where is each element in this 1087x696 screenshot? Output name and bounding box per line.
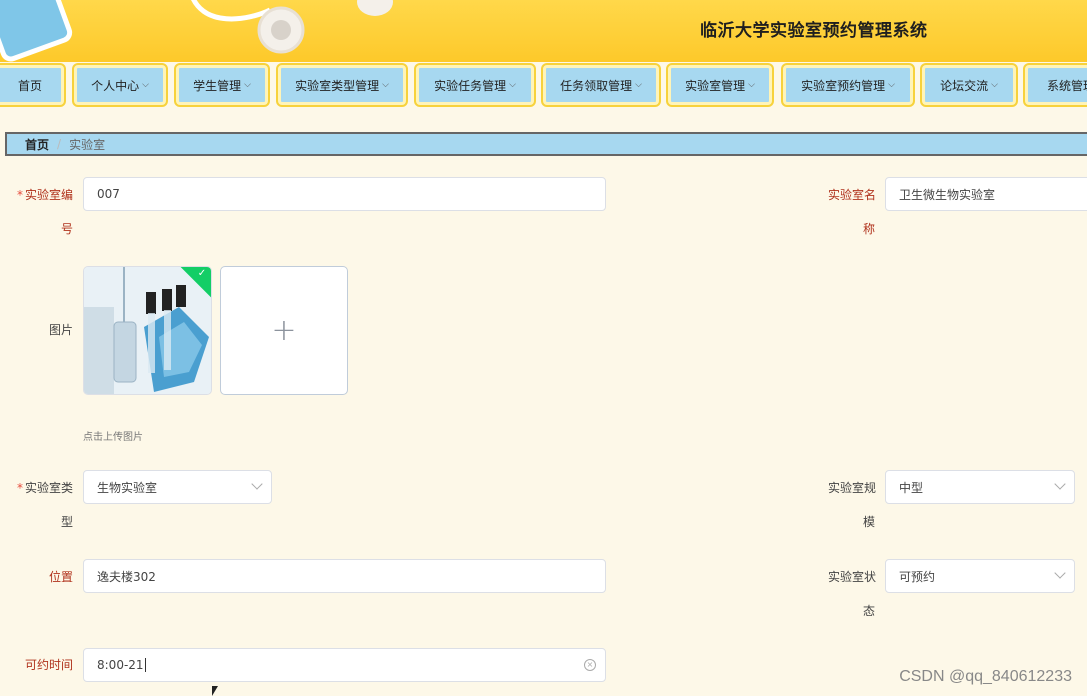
nav-item-lab-reservation-management[interactable]: 实验室预约管理 ⌵: [783, 65, 913, 105]
clear-icon[interactable]: ×: [584, 659, 596, 671]
app-title: 临沂大学实验室预约管理系统: [700, 21, 928, 41]
lab-test-tubes-image: [84, 267, 211, 394]
text-caret: [144, 658, 146, 672]
nav-item-student-management[interactable]: 学生管理 ⌵: [176, 65, 268, 105]
nav-item-label: 实验室管理: [685, 78, 746, 93]
nav-item-label: 实验任务管理: [434, 78, 507, 93]
lab-type-label-line1: 实验室类: [24, 481, 73, 495]
breadcrumb-separator: /: [57, 137, 62, 151]
nav-item-lab-management[interactable]: 实验室管理 ⌵: [668, 65, 772, 105]
lab-name-label: 实验室名: [827, 188, 876, 202]
breadcrumb: 首页 / 实验室: [5, 132, 1087, 156]
check-icon: ✓: [197, 267, 207, 279]
available-time-label: 可约时间: [24, 658, 73, 672]
nav-item-experiment-task-management[interactable]: 实验任务管理 ⌵: [416, 65, 534, 105]
mouse-pointer-icon: [212, 686, 218, 696]
plus-icon: +: [271, 313, 297, 348]
watermark: CSDN @qq_840612233: [899, 668, 1072, 685]
top-navigation: 首页 个人中心 ⌵ 学生管理 ⌵ 实验室类型管理 ⌵ 实验任务管理 ⌵ 任务领取管理 ⌵ …: [0, 62, 1087, 112]
lab-status-label-line2: 态: [862, 604, 875, 618]
lab-type-value: 生物实验室: [97, 480, 158, 495]
nav-item-label: 学生管理: [193, 78, 242, 93]
nav-item-task-claim-management[interactable]: 任务领取管理 ⌵: [543, 65, 659, 105]
lab-number-value: 007: [97, 187, 120, 201]
nav-item-lab-type-management[interactable]: 实验室类型管理 ⌵: [278, 65, 406, 105]
lab-type-label: * 实验室类: [13, 481, 73, 495]
available-time-input[interactable]: 8:00-21 ×: [83, 648, 606, 682]
upload-hint: 点击上传图片: [83, 432, 143, 443]
nav-item-label: 任务领取管理: [560, 78, 633, 93]
location-label: 位置: [48, 570, 73, 584]
nav-item-label: 个人中心: [91, 78, 140, 93]
required-mark: *: [16, 481, 23, 495]
location-input[interactable]: 逸夫楼302: [83, 559, 606, 593]
app-header: 临沂大学实验室预约管理系统: [0, 0, 1087, 62]
location-value: 逸夫楼302: [97, 569, 156, 584]
lab-number-input[interactable]: 007: [83, 177, 606, 211]
lab-number-label-line2: 号: [60, 222, 73, 236]
chevron-down-icon: ⌵: [382, 80, 389, 90]
lab-number-label: * 实验室编: [13, 188, 73, 202]
chevron-down-icon: [1054, 478, 1066, 490]
nav-item-label: 实验室预约管理: [801, 78, 886, 93]
lab-name-input[interactable]: 卫生微生物实验室: [885, 177, 1087, 211]
upload-image-button[interactable]: +: [220, 266, 348, 395]
nav-item-label: 论坛交流: [940, 78, 989, 93]
required-mark: *: [16, 188, 23, 202]
lab-status-label: 实验室状: [827, 570, 876, 584]
chevron-down-icon: ⌵: [635, 80, 642, 90]
nav-item-label: 系统管理: [1047, 78, 1087, 93]
nav-item-label: 实验室类型管理: [295, 78, 380, 93]
chevron-down-icon: ⌵: [888, 80, 895, 90]
lab-scale-select[interactable]: 中型: [885, 470, 1075, 504]
nav-item-home[interactable]: 首页: [0, 65, 64, 105]
chevron-down-icon: ⌵: [509, 80, 516, 90]
chevron-down-icon: [251, 478, 263, 490]
lab-scale-value: 中型: [899, 480, 924, 495]
lab-scale-label: 实验室规: [827, 481, 876, 495]
nav-item-system-management[interactable]: 系统管理⌵: [1025, 65, 1087, 105]
available-time-value: 8:00-21: [97, 658, 144, 672]
nav-item-label: 首页: [17, 78, 42, 93]
nav-item-personal-center[interactable]: 个人中心 ⌵: [74, 65, 166, 105]
breadcrumb-home-link[interactable]: 首页: [25, 136, 49, 153]
lab-status-value: 可预约: [899, 569, 936, 584]
lab-status-select[interactable]: 可预约: [885, 559, 1075, 593]
image-label: 图片: [48, 323, 73, 337]
breadcrumb-current: 实验室: [69, 137, 106, 152]
lab-type-label-line2: 型: [60, 515, 73, 529]
lab-name-label-line2: 称: [862, 222, 875, 236]
header-decoration-illustration: [0, 0, 393, 62]
chevron-down-icon: ⌵: [748, 80, 755, 90]
nav-item-forum[interactable]: 论坛交流 ⌵: [922, 65, 1016, 105]
lab-number-label-line1: 实验室编: [24, 188, 73, 202]
chevron-down-icon: ⌵: [142, 80, 149, 90]
chevron-down-icon: [1054, 567, 1066, 579]
lab-type-select[interactable]: 生物实验室: [83, 470, 272, 504]
chevron-down-icon: ⌵: [991, 80, 998, 90]
lab-scale-label-line2: 模: [862, 515, 875, 529]
lab-name-value: 卫生微生物实验室: [899, 187, 996, 202]
chevron-down-icon: ⌵: [244, 80, 251, 90]
uploaded-image-thumbnail[interactable]: ✓: [83, 266, 212, 395]
